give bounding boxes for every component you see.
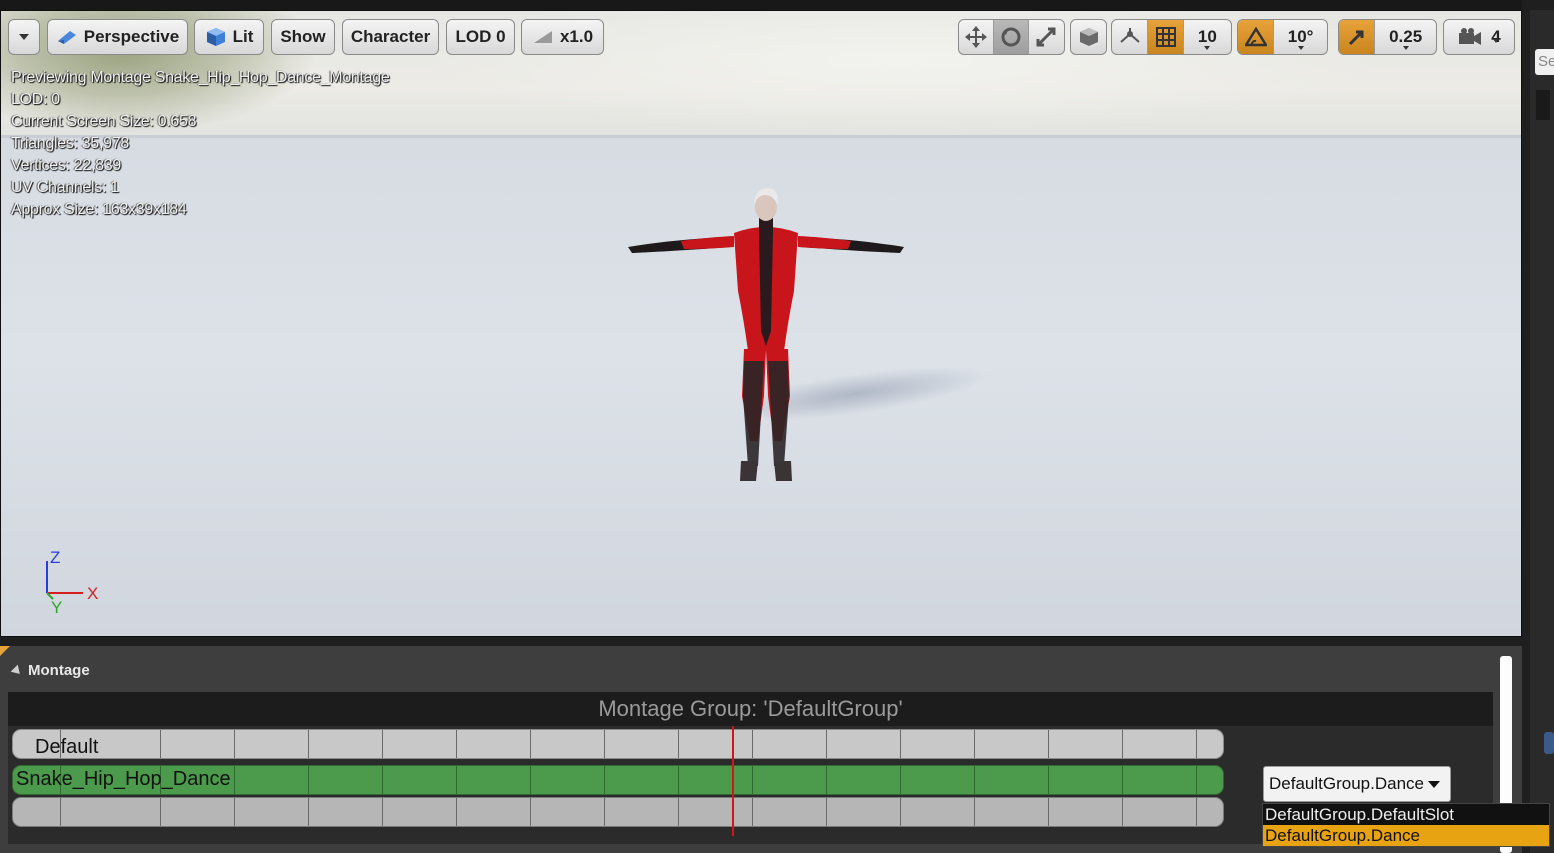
anim-segment-label[interactable]: Snake_Hip_Hop_Dance xyxy=(16,768,231,791)
angle-icon xyxy=(1244,27,1267,47)
local-world-toggle[interactable] xyxy=(1070,19,1107,55)
scale-mode-button[interactable] xyxy=(1029,20,1064,54)
scale-arrows-icon xyxy=(1036,27,1056,47)
grid-snap-toggle[interactable] xyxy=(1148,20,1184,54)
section-label[interactable]: Default xyxy=(35,736,98,758)
uv-channels-stat: UV Channels: 1 xyxy=(11,179,119,196)
empty-slot-track[interactable] xyxy=(12,797,1224,827)
slot-dropdown[interactable]: DefaultGroup.Dance xyxy=(1263,766,1451,802)
triangles-stat: Triangles: 35,978 xyxy=(11,135,129,152)
lit-cube-icon xyxy=(206,28,225,46)
lod-stat: LOD: 0 xyxy=(11,91,60,108)
speed-label: x1.0 xyxy=(559,27,594,46)
show-button[interactable]: Show xyxy=(271,19,335,55)
scale-snap-icon xyxy=(1348,30,1364,46)
stats-overlay: Previewing Montage Snake_Hip_Hop_Dance_M… xyxy=(11,67,390,221)
character-button[interactable]: Character xyxy=(342,19,439,55)
camera-speed-value: 4 xyxy=(1491,27,1501,46)
grid-icon xyxy=(1155,27,1176,47)
move-arrows-icon xyxy=(965,26,988,48)
viewport[interactable]: Perspective Lit Show Character LOD 0 x1.… xyxy=(0,10,1522,637)
playhead-marker[interactable] xyxy=(732,726,734,836)
approx-size-stat: Approx Size: 163x39x184 xyxy=(11,201,187,218)
camera-icon xyxy=(1459,28,1482,45)
rotate-mode-button[interactable] xyxy=(994,20,1029,54)
transform-mode-group xyxy=(958,19,1065,55)
slot-dropdown-value: DefaultGroup.Dance xyxy=(1269,774,1424,793)
details-panel-edge: Se xyxy=(1530,10,1554,853)
axis-y-label: Y xyxy=(51,598,62,617)
collapse-arrow-icon[interactable] xyxy=(10,664,24,677)
dropdown-caret-icon xyxy=(1427,780,1440,788)
montage-panel-header[interactable]: Montage xyxy=(10,662,90,679)
grid-snap-group: 10 xyxy=(1111,19,1232,55)
previewing-text: Previewing Montage Snake_Hip_Hop_Dance_M… xyxy=(11,69,390,86)
scale-snap-value[interactable]: 0.25 xyxy=(1375,20,1436,54)
top-strip xyxy=(0,0,1522,10)
montage-title: Montage xyxy=(28,662,90,679)
speed-icon xyxy=(533,31,552,43)
playback-speed-button[interactable]: x1.0 xyxy=(521,19,604,55)
perspective-label: Perspective xyxy=(83,27,180,46)
translate-mode-button[interactable] xyxy=(959,20,995,54)
lod-button[interactable]: LOD 0 xyxy=(446,19,515,55)
lod-label: LOD 0 xyxy=(455,27,506,46)
track-grid xyxy=(13,730,1223,758)
surface-snap-icon xyxy=(1120,28,1140,43)
viewport-menu-button[interactable] xyxy=(8,19,40,55)
rotation-snap-value[interactable]: 10° xyxy=(1274,20,1327,54)
lit-button[interactable]: Lit xyxy=(194,19,264,55)
anim-segment-track[interactable]: Snake_Hip_Hop_Dance xyxy=(12,765,1224,795)
axis-gizmo: Z X Y xyxy=(46,551,98,617)
rotation-snap-toggle[interactable] xyxy=(1238,20,1275,54)
track-grid xyxy=(13,798,1223,826)
search-field[interactable]: Se xyxy=(1535,49,1554,75)
section-track[interactable]: Default xyxy=(12,729,1224,759)
axis-x-label: X xyxy=(87,584,98,603)
panel-corner-marker xyxy=(0,646,10,656)
surface-snap-button[interactable] xyxy=(1112,20,1149,54)
perspective-button[interactable]: Perspective xyxy=(47,19,188,55)
lit-label: Lit xyxy=(232,27,254,46)
slot-option[interactable]: DefaultGroup.DefaultSlot xyxy=(1263,804,1549,825)
details-icon[interactable] xyxy=(1544,732,1554,754)
rotation-snap-group: 10° xyxy=(1237,19,1328,55)
show-label: Show xyxy=(280,27,326,46)
camera-speed-button[interactable]: 4 xyxy=(1444,20,1514,54)
axis-z-label: Z xyxy=(50,551,60,567)
scale-snap-group: 0.25 xyxy=(1338,19,1437,55)
grid-snap-value[interactable]: 10 xyxy=(1184,20,1231,54)
slot-option-selected[interactable]: DefaultGroup.Dance xyxy=(1263,825,1549,846)
slot-dropdown-list: DefaultGroup.DefaultSlot DefaultGroup.Da… xyxy=(1262,803,1550,847)
camera-speed-group: 4 xyxy=(1443,19,1515,55)
vertices-stat: Vertices: 22,839 xyxy=(11,157,121,174)
chevron-down-icon xyxy=(19,34,29,40)
character-label: Character xyxy=(350,27,431,46)
screen-size-stat: Current Screen Size: 0.658 xyxy=(11,113,197,130)
perspective-icon xyxy=(57,31,76,44)
cube-icon xyxy=(1079,28,1098,46)
panel-expand-arrow[interactable] xyxy=(1536,90,1550,120)
rotate-icon xyxy=(1001,27,1021,47)
scale-snap-toggle[interactable] xyxy=(1339,20,1376,54)
montage-group-header: Montage Group: 'DefaultGroup' xyxy=(8,692,1493,726)
character-model[interactable] xyxy=(616,181,916,491)
